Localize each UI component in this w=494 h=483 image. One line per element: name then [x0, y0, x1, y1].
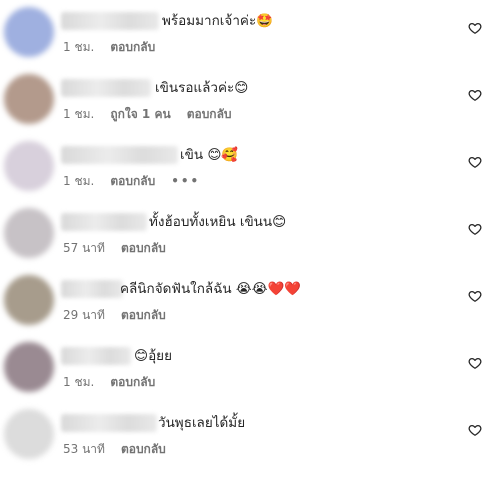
- like-heart-icon[interactable]: [468, 422, 482, 436]
- reply-button[interactable]: ตอบกลับ: [110, 40, 155, 54]
- comment-time: 1 ชม.: [63, 375, 95, 389]
- like-heart-icon[interactable]: [468, 221, 482, 235]
- comment-text: เขิน 😊🥰: [180, 147, 239, 163]
- username-blurred[interactable]: [61, 146, 178, 164]
- comment-meta: 1 ชม. ถูกใจ 1 คน ตอบกลับ: [63, 105, 248, 124]
- comment-time: 57 นาที: [63, 241, 105, 255]
- avatar[interactable]: [4, 275, 54, 325]
- comment-text: วันพุธเลยได้มั้ย: [158, 415, 246, 431]
- comment-meta: 53 นาที ตอบกลับ: [63, 440, 182, 459]
- comment-text: เขินรอแล้วค่ะ😊: [155, 80, 249, 96]
- comment-time: 1 ชม.: [63, 174, 95, 188]
- reply-button[interactable]: ตอบกลับ: [121, 308, 166, 322]
- avatar[interactable]: [4, 409, 54, 459]
- comment-item: วันพุธเลยได้มั้ย 53 นาที ตอบกลับ: [0, 402, 494, 469]
- comment-time: 53 นาที: [63, 442, 105, 456]
- reply-button[interactable]: ตอบกลับ: [121, 241, 166, 255]
- like-heart-icon[interactable]: [468, 20, 482, 34]
- comment-time: 1 ชม.: [63, 107, 95, 121]
- like-heart-icon[interactable]: [468, 288, 482, 302]
- comment-time: 1 ชม.: [63, 40, 95, 54]
- username-blurred[interactable]: [61, 12, 159, 30]
- username-blurred[interactable]: [61, 280, 123, 298]
- comment-text: ทั้งฮ้อบทั้งเหยิน เขินน😊: [149, 214, 287, 230]
- avatar[interactable]: [4, 342, 54, 392]
- more-options-icon[interactable]: •••: [171, 174, 200, 188]
- like-heart-icon[interactable]: [468, 87, 482, 101]
- comment-meta: 1 ชม. ตอบกลับ •••: [63, 172, 216, 191]
- comment-text: 😊อุ้ยย: [134, 348, 173, 364]
- avatar[interactable]: [4, 141, 54, 191]
- comment-meta: 1 ชม. ตอบกลับ: [63, 373, 171, 392]
- likes-count[interactable]: ถูกใจ 1 คน: [110, 107, 170, 121]
- comment-text: คลีนิกจัดฟันใกล้ฉัน 😭😭❤️❤️: [120, 281, 302, 297]
- comment-item: 😊อุ้ยย 1 ชม. ตอบกลับ: [0, 335, 494, 402]
- comment-time: 29 นาที: [63, 308, 105, 322]
- username-blurred[interactable]: [61, 213, 147, 231]
- comment-item: เขิน 😊🥰 1 ชม. ตอบกลับ •••: [0, 134, 494, 201]
- comment-item: ทั้งฮ้อบทั้งเหยิน เขินน😊 57 นาที ตอบกลับ: [0, 201, 494, 268]
- like-heart-icon[interactable]: [468, 154, 482, 168]
- comment-text: พร้อมมากเจ้าค่ะ🤩: [162, 13, 274, 29]
- reply-button[interactable]: ตอบกลับ: [110, 174, 155, 188]
- reply-button[interactable]: ตอบกลับ: [187, 107, 232, 121]
- comment-item: คลีนิกจัดฟันใกล้ฉัน 😭😭❤️❤️ 29 นาที ตอบกลับ: [0, 268, 494, 335]
- comment-item: พร้อมมากเจ้าค่ะ🤩 1 ชม. ตอบกลับ: [0, 0, 494, 67]
- reply-button[interactable]: ตอบกลับ: [110, 375, 155, 389]
- comment-item: เขินรอแล้วค่ะ😊 1 ชม. ถูกใจ 1 คน ตอบกลับ: [0, 67, 494, 134]
- avatar[interactable]: [4, 7, 54, 57]
- username-blurred[interactable]: [61, 79, 151, 97]
- avatar[interactable]: [4, 208, 54, 258]
- comment-meta: 29 นาที ตอบกลับ: [63, 306, 182, 325]
- username-blurred[interactable]: [61, 347, 131, 365]
- username-blurred[interactable]: [61, 414, 157, 432]
- comment-meta: 57 นาที ตอบกลับ: [63, 239, 182, 258]
- avatar[interactable]: [4, 74, 54, 124]
- like-heart-icon[interactable]: [468, 355, 482, 369]
- comment-meta: 1 ชม. ตอบกลับ: [63, 38, 171, 57]
- reply-button[interactable]: ตอบกลับ: [121, 442, 166, 456]
